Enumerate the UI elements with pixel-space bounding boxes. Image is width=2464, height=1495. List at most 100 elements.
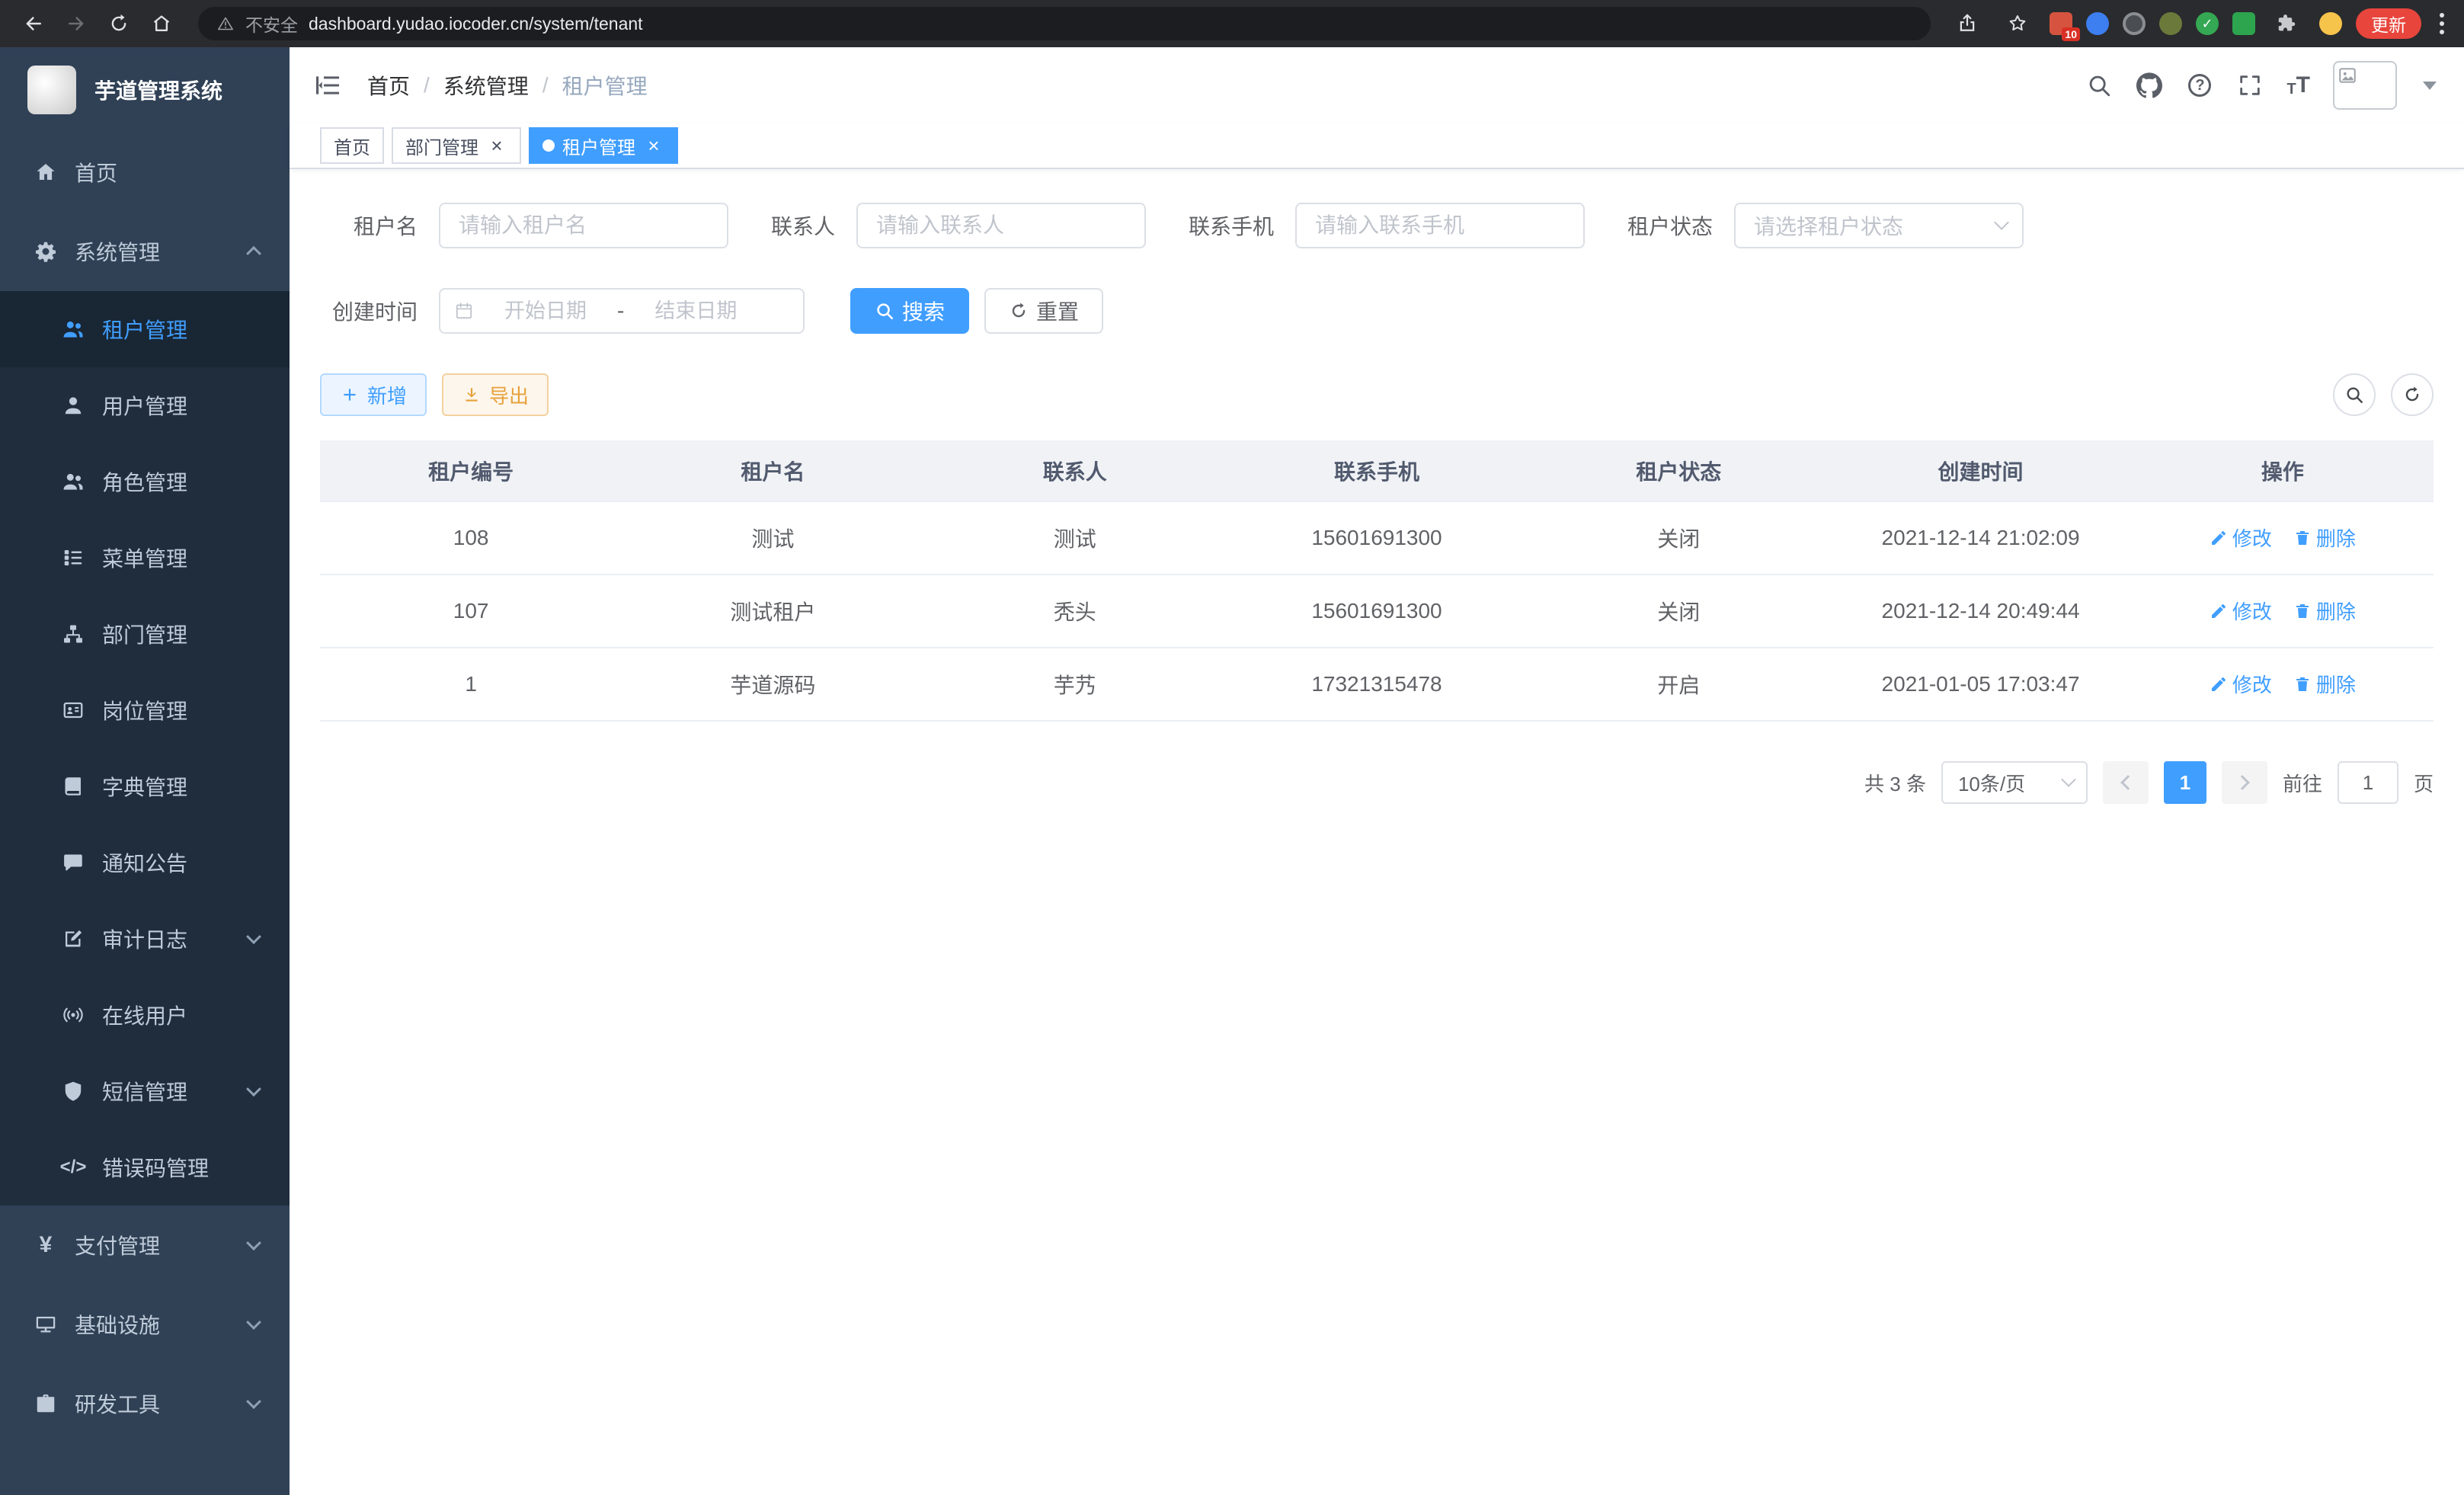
github-icon[interactable]: [2136, 72, 2163, 99]
delete-link[interactable]: 删除: [2293, 523, 2356, 552]
add-button[interactable]: 新增: [320, 373, 427, 416]
sidebar-collapse-icon[interactable]: [312, 70, 343, 101]
extension-icon-dark[interactable]: [2123, 12, 2146, 35]
calendar-icon: [454, 301, 474, 321]
phone-input[interactable]: [1295, 203, 1585, 248]
sidebar-item-系统管理[interactable]: 系统管理: [0, 212, 290, 291]
share-icon[interactable]: [1949, 5, 1986, 42]
sidebar-item-字典管理[interactable]: 字典管理: [0, 748, 290, 824]
goto-prefix: 前往: [2283, 769, 2322, 797]
tab-label: 首页: [334, 133, 370, 159]
cell-actions: 修改删除: [2132, 648, 2434, 721]
sidebar-item-租户管理[interactable]: 租户管理: [0, 291, 290, 367]
tab-租户管理[interactable]: 租户管理 ×: [529, 127, 678, 164]
puzzle-extensions-icon[interactable]: [2269, 5, 2306, 42]
toggle-search-icon[interactable]: [2333, 373, 2376, 416]
sidebar-item-错误码管理[interactable]: </> 错误码管理: [0, 1129, 290, 1205]
user-avatar[interactable]: [2333, 61, 2397, 110]
download-icon: [462, 385, 482, 405]
sidebar-item-label: 菜单管理: [102, 543, 187, 573]
prev-page-button[interactable]: [2103, 761, 2149, 804]
column-header: 创建时间: [1829, 440, 2131, 501]
sidebar-item-审计日志[interactable]: 审计日志: [0, 901, 290, 977]
breadcrumb-item: 租户管理: [562, 70, 648, 101]
breadcrumb-item[interactable]: 首页: [367, 70, 410, 101]
sidebar-item-基础设施[interactable]: 基础设施: [0, 1285, 290, 1364]
extension-icon-blue[interactable]: [2086, 12, 2109, 35]
search-button[interactable]: 搜索: [850, 288, 969, 334]
sidebar-item-通知公告[interactable]: 通知公告: [0, 824, 290, 901]
table-header-row: 租户编号租户名联系人联系手机租户状态创建时间操作: [320, 440, 2434, 501]
tags-view: 首页 部门管理 × 租户管理 ×: [290, 123, 2464, 169]
tab-close-icon[interactable]: ×: [486, 135, 507, 156]
date-range-picker[interactable]: -: [439, 288, 805, 334]
goto-page-input[interactable]: [2338, 761, 2398, 804]
cell-status: 开启: [1528, 648, 1829, 721]
extension-icon-grid[interactable]: 10: [2050, 12, 2072, 35]
avatar-dropdown-caret-icon[interactable]: [2423, 82, 2437, 90]
font-size-icon[interactable]: TT: [2286, 74, 2310, 97]
url-text: dashboard.yudao.iocoder.cn/system/tenant: [309, 14, 643, 34]
breadcrumb-item[interactable]: 系统管理: [443, 70, 529, 101]
browser-profile-avatar[interactable]: [2319, 12, 2342, 35]
reset-button[interactable]: 重置: [984, 288, 1103, 334]
sidebar-item-研发工具[interactable]: 研发工具: [0, 1364, 290, 1443]
tree-icon: [61, 622, 85, 646]
extension-icon-check[interactable]: ✓: [2196, 12, 2219, 35]
refresh-icon[interactable]: [101, 5, 137, 42]
end-date-input[interactable]: [630, 298, 761, 325]
edit-link[interactable]: 修改: [2210, 523, 2272, 552]
page-number-1[interactable]: 1: [2164, 761, 2206, 804]
refresh-table-icon[interactable]: [2391, 373, 2434, 416]
extension-icon-green-square[interactable]: [2232, 12, 2255, 35]
column-header: 租户编号: [320, 440, 622, 501]
tab-首页[interactable]: 首页: [320, 127, 384, 164]
page-content: 租户名 联系人 联系手机 租户状态 请选择租户状态: [290, 169, 2464, 1495]
bookmark-star-icon[interactable]: [1999, 5, 2036, 42]
start-date-input[interactable]: [480, 298, 611, 325]
browser-update-button[interactable]: 更新: [2356, 8, 2421, 39]
tenant-name-input[interactable]: [439, 203, 728, 248]
sidebar-item-label: 租户管理: [102, 314, 187, 344]
chevron-down-icon: [246, 1394, 261, 1409]
chevron-down-icon: [1994, 215, 2009, 230]
sidebar-item-label: 岗位管理: [102, 695, 187, 725]
home-icon[interactable]: [143, 5, 180, 42]
sidebar-item-角色管理[interactable]: 角色管理: [0, 443, 290, 520]
sidebar-item-支付管理[interactable]: ¥ 支付管理: [0, 1205, 290, 1285]
sidebar-item-首页[interactable]: 首页: [0, 133, 290, 212]
delete-link[interactable]: 删除: [2293, 597, 2356, 625]
online-icon: [61, 1003, 85, 1027]
extension-icon-olive[interactable]: [2159, 12, 2182, 35]
search-icon[interactable]: [2085, 72, 2113, 99]
edit-link[interactable]: 修改: [2210, 597, 2272, 625]
sidebar-item-label: 系统管理: [75, 236, 160, 267]
column-header: 租户状态: [1528, 440, 1829, 501]
edit-link[interactable]: 修改: [2210, 670, 2272, 698]
tab-close-icon[interactable]: ×: [643, 135, 664, 156]
sidebar-item-用户管理[interactable]: 用户管理: [0, 367, 290, 443]
back-icon[interactable]: [15, 5, 52, 42]
browser-menu-icon[interactable]: [2435, 13, 2449, 34]
app-title: 芋道管理系统: [94, 75, 222, 105]
export-button[interactable]: 导出: [442, 373, 549, 416]
cell-phone: 15601691300: [1226, 501, 1528, 575]
status-select[interactable]: 请选择租户状态: [1734, 203, 2024, 248]
next-page-button[interactable]: [2222, 761, 2267, 804]
sidebar-item-短信管理[interactable]: 短信管理: [0, 1053, 290, 1129]
tab-部门管理[interactable]: 部门管理 ×: [392, 127, 521, 164]
sidebar-item-label: 基础设施: [75, 1309, 160, 1340]
sidebar-item-label: 错误码管理: [102, 1152, 209, 1183]
sidebar-item-菜单管理[interactable]: 菜单管理: [0, 520, 290, 596]
tool-icon: [34, 1391, 58, 1416]
sidebar-item-岗位管理[interactable]: 岗位管理: [0, 672, 290, 748]
page-size-select[interactable]: 10条/页: [1941, 761, 2088, 804]
tab-active-dot: [542, 139, 555, 152]
address-bar[interactable]: 不安全 dashboard.yudao.iocoder.cn/system/te…: [198, 7, 1931, 40]
help-icon[interactable]: ?: [2186, 72, 2213, 99]
delete-link[interactable]: 删除: [2293, 670, 2356, 698]
contact-input[interactable]: [856, 203, 1146, 248]
sidebar-item-在线用户[interactable]: 在线用户: [0, 977, 290, 1053]
sidebar-item-部门管理[interactable]: 部门管理: [0, 596, 290, 672]
fullscreen-icon[interactable]: [2236, 72, 2264, 99]
